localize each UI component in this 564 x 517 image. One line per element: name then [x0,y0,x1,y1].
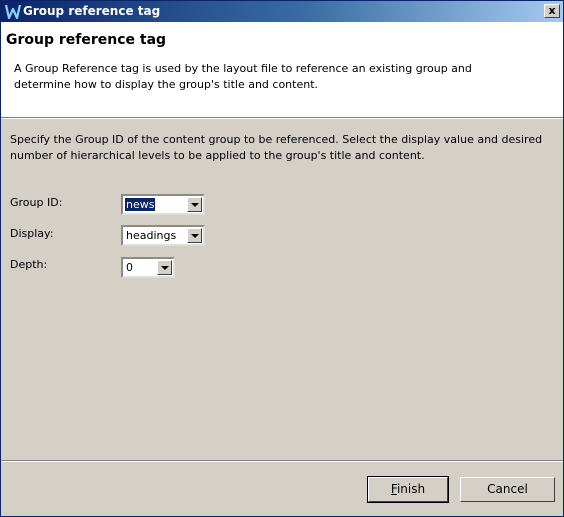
group-id-combo[interactable]: news [121,194,205,215]
depth-combo[interactable]: 0 [121,257,175,278]
chevron-down-icon [191,234,199,238]
display-combo[interactable]: headings [121,225,205,246]
group-id-value: news [125,198,156,211]
footer-divider [1,460,563,462]
depth-value: 0 [126,261,133,274]
close-icon: x [548,4,556,17]
finish-label: inish [396,482,426,496]
group-id-dropdown-button[interactable] [187,197,202,212]
window-title: Group reference tag [23,4,161,18]
depth-dropdown-button[interactable] [157,260,172,275]
title-bar[interactable]: Group reference tag x [1,1,563,22]
dialog-window: Group reference tag x Group reference ta… [0,0,564,517]
group-id-label: Group ID: [10,196,63,209]
header-divider [1,117,563,119]
page-title: Group reference tag [6,32,167,48]
cancel-button[interactable]: Cancel [460,477,555,502]
display-label: Display: [10,227,54,240]
page-description: A Group Reference tag is used by the lay… [14,62,472,91]
depth-label: Depth: [10,258,48,271]
instructions-text: Specify the Group ID of the content grou… [10,133,543,162]
wizard-header: Group reference tag A Group Reference ta… [1,22,563,117]
display-value: headings [126,229,177,242]
close-button[interactable]: x [544,4,560,18]
chevron-down-icon [191,203,199,207]
display-dropdown-button[interactable] [187,228,202,243]
finish-button[interactable]: Finish [367,476,449,503]
chevron-down-icon [161,266,169,270]
app-icon [5,4,21,19]
